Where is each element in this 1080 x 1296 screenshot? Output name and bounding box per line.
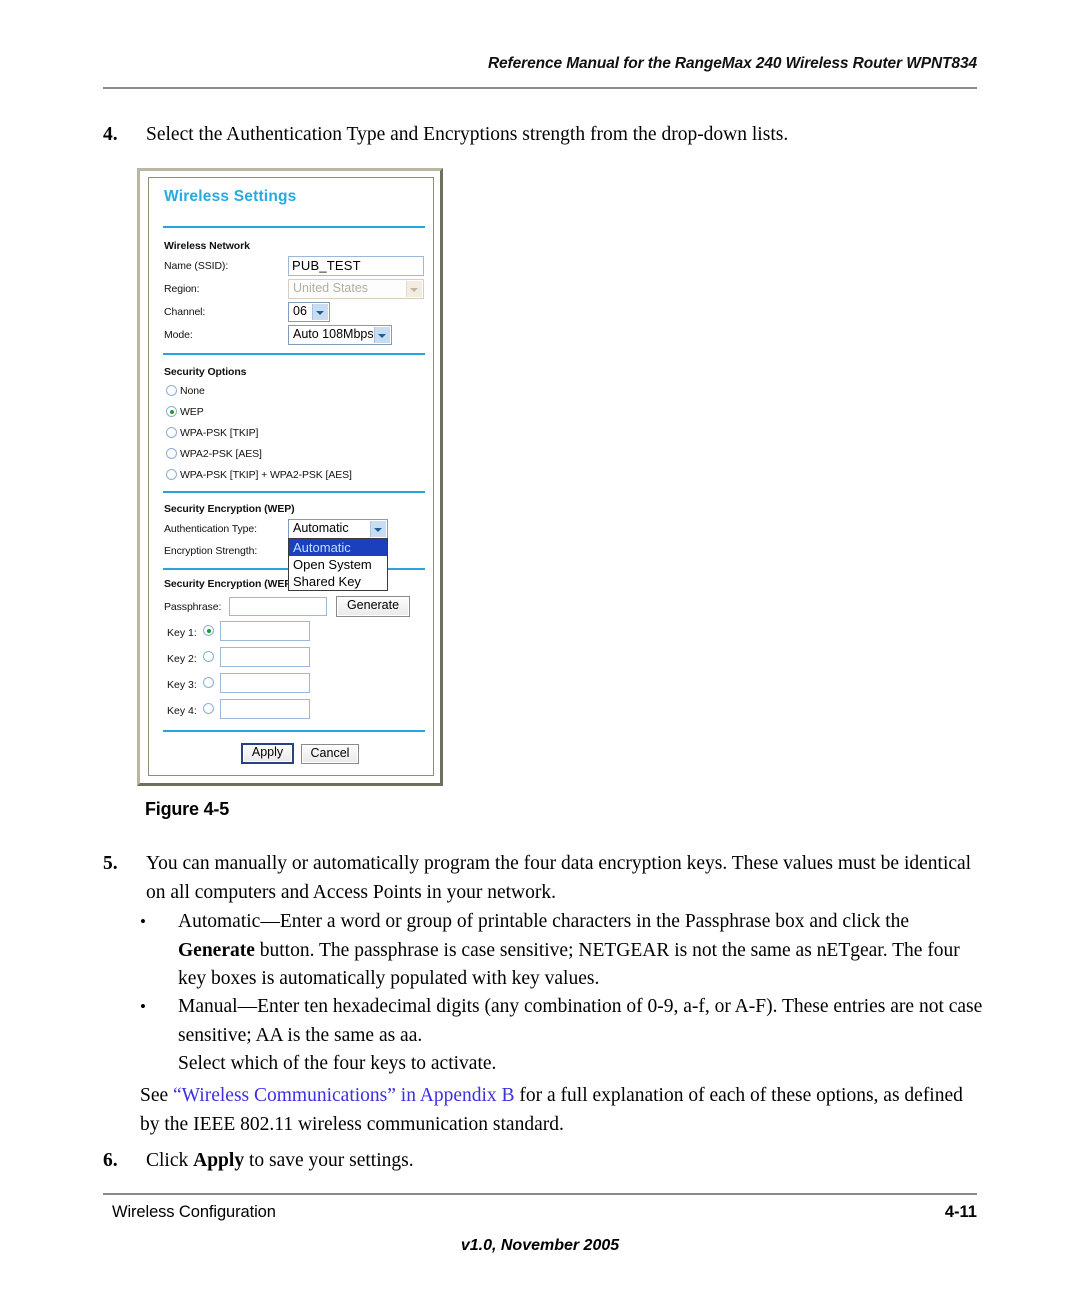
dropdown-option-open-system[interactable]: Open System [289,556,387,573]
step-5-text: You can manually or automatically progra… [146,853,972,903]
radio-icon[interactable] [166,448,177,459]
radio-icon[interactable] [166,427,177,438]
cross-reference-paragraph: See “Wireless Communications” in Appendi… [140,1082,985,1139]
step-6-text: Click Apply to save your settings. [146,1147,983,1176]
label-region: Region: [164,283,200,295]
appendix-b-link[interactable]: “Wireless Communications” in Appendix B [173,1085,515,1106]
bullet-manual-text: Manual—Enter ten hexadecimal digits (any… [178,996,983,1046]
label-key-3: Key 3: [167,679,197,691]
panel-title: Wireless Settings [164,188,297,205]
radio-option-wpa2-psk-aes[interactable]: WPA2-PSK [AES] [166,448,262,460]
step-6-pre: Click [146,1150,194,1171]
chevron-down-icon[interactable] [370,521,386,537]
cancel-button[interactable]: Cancel [301,744,359,764]
key-2-radio[interactable] [203,651,214,662]
radio-label: WPA-PSK [TKIP] [180,427,259,439]
radio-icon[interactable] [166,469,177,480]
key-3-input[interactable] [220,673,310,693]
chevron-down-icon[interactable] [374,327,390,343]
label-encryption-strength: Encryption Strength: [164,545,258,557]
radio-label: WEP [180,406,204,418]
key-4-input[interactable] [220,699,310,719]
label-channel: Channel: [164,306,206,318]
radio-label: None [180,385,205,397]
region-select-value: United States [293,281,369,295]
authentication-type-value: Automatic [293,521,349,535]
label-ssid: Name (SSID): [164,260,229,272]
step-6-post: to save your settings. [244,1150,414,1171]
bullet-automatic-text-b: button. The passphrase is case sensitive… [178,939,960,990]
radio-label: WPA-PSK [TKIP] + WPA2-PSK [AES] [180,469,352,481]
label-key-4: Key 4: [167,705,197,717]
key-1-radio[interactable] [203,625,214,636]
step-4-number: 4. [103,124,118,145]
section-security-encryption: Security Encryption (WEP) [164,503,295,515]
step-6-number: 6. [103,1150,118,1171]
divider-actions [163,730,425,732]
mode-select[interactable]: Auto 108Mbps [288,325,392,345]
bullet-icon: • [140,912,146,931]
key-1-input[interactable] [220,621,310,641]
divider-top [163,226,425,228]
generate-bold: Generate [178,939,255,961]
apply-button[interactable]: Apply [241,743,294,764]
see-prefix: See [140,1085,174,1106]
figure-caption: Figure 4-5 [145,799,230,819]
generate-button[interactable]: Generate [336,596,410,617]
router-admin-panel: Wireless Settings Wireless Network Name … [148,177,434,776]
channel-select-value: 06 [293,304,307,318]
step-4: 4. Select the Authentication Type and En… [103,121,983,150]
step-4-text: Select the Authentication Type and Encry… [146,124,789,145]
manual-title: Reference Manual for the RangeMax 240 Wi… [487,55,977,72]
step-5: 5. You can manually or automatically pro… [103,850,983,907]
label-key-1: Key 1: [167,627,197,639]
label-key-2: Key 2: [167,653,197,665]
chevron-down-icon [406,281,422,297]
header-divider [103,87,977,89]
passphrase-input[interactable] [229,597,327,616]
region-select: United States [288,279,424,299]
footer-divider [103,1193,977,1195]
radio-icon[interactable] [166,385,177,396]
radio-option-wpa-psk-tkip[interactable]: WPA-PSK [TKIP] [166,427,258,439]
chevron-down-icon[interactable] [312,304,328,320]
radio-option-wep[interactable]: WEP [166,406,204,418]
divider-security-encryption [163,491,425,493]
label-authentication-type: Authentication Type: [164,523,257,535]
dropdown-option-shared-key[interactable]: Shared Key [289,573,387,590]
page-header: Reference Manual for the RangeMax 240 Wi… [103,55,977,73]
bullet-manual: • Manual—Enter ten hexadecimal digits (a… [140,993,985,1079]
apply-bold: Apply [193,1150,245,1171]
label-passphrase: Passphrase: [164,601,222,613]
authentication-type-dropdown-list[interactable]: Automatic Open System Shared Key [288,538,388,591]
key-2-input[interactable] [220,647,310,667]
key-3-radio[interactable] [203,677,214,688]
section-security-options: Security Options [164,366,247,378]
step-6: 6. Click Apply to save your settings. [103,1147,983,1176]
footer-version: v1.0, November 2005 [460,1237,620,1254]
footer-page-number: 4-11 [944,1203,977,1221]
divider-security-options [163,353,425,355]
radio-icon-selected[interactable] [166,406,177,417]
bullet-automatic-text-a: Automatic—Enter a word or group of print… [178,911,910,932]
ssid-input[interactable]: PUB_TEST [288,256,424,276]
bullet-icon: • [140,997,146,1016]
mode-select-value: Auto 108Mbps [293,327,374,341]
authentication-type-select[interactable]: Automatic [288,519,388,539]
radio-option-wpa-psk-tkip-plus-wpa2-psk-aes[interactable]: WPA-PSK [TKIP] + WPA2-PSK [AES] [166,469,352,481]
step-5-number: 5. [103,853,118,874]
channel-select[interactable]: 06 [288,302,330,322]
key-4-radio[interactable] [203,703,214,714]
radio-label: WPA2-PSK [AES] [180,448,262,460]
bullet-manual-line3: Select which of the four keys to activat… [178,1053,497,1074]
wireless-settings-screenshot: Wireless Settings Wireless Network Name … [137,168,443,786]
label-mode: Mode: [164,329,193,341]
dropdown-option-automatic[interactable]: Automatic [289,539,387,556]
section-wireless-network: Wireless Network [164,240,250,252]
radio-option-none[interactable]: None [166,385,205,397]
footer-section-name: Wireless Configuration [112,1203,276,1221]
bullet-automatic-text: Automatic—Enter a word or group of print… [178,908,985,994]
bullet-automatic: • Automatic—Enter a word or group of pri… [140,908,985,994]
